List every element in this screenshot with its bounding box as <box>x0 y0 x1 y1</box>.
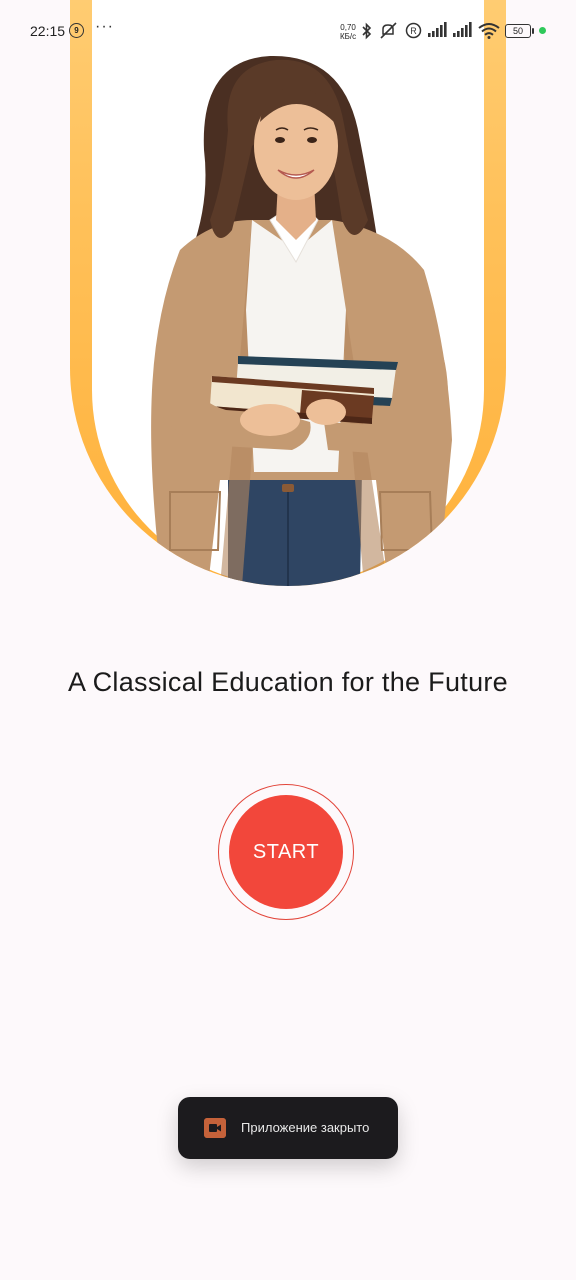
toast-message: Приложение закрыто <box>241 1120 370 1135</box>
more-notifications-icon: ··· <box>95 18 114 35</box>
wifi-icon <box>478 23 500 39</box>
bluetooth-icon <box>362 22 372 40</box>
page-title: A Classical Education for the Future <box>67 667 509 697</box>
svg-text:R: R <box>410 26 417 36</box>
video-camera-icon <box>204 1118 226 1138</box>
start-button[interactable]: START <box>218 784 354 920</box>
notification-count-icon: 9 <box>69 23 84 38</box>
registered-icon: R <box>405 22 422 39</box>
battery-icon: 50 <box>505 24 534 38</box>
hero-background <box>92 0 484 586</box>
signal-icon <box>428 22 447 37</box>
network-speed-unit: КБ/с <box>340 32 357 41</box>
network-speed: 0,70 КБ/с <box>340 23 356 41</box>
privacy-indicator-dot <box>539 27 546 34</box>
mute-icon <box>380 22 397 39</box>
status-bar: 22:15 9 ··· 0,70 КБ/с R 50 <box>0 0 576 64</box>
student-holding-books-image <box>151 55 452 586</box>
hero-arch <box>70 0 506 586</box>
signal-icon <box>453 22 472 37</box>
network-speed-value: 0,70 <box>340 23 356 32</box>
toast-notification: Приложение закрыто <box>178 1097 398 1159</box>
status-time: 22:15 <box>30 23 66 39</box>
start-button-label[interactable]: START <box>229 795 343 909</box>
